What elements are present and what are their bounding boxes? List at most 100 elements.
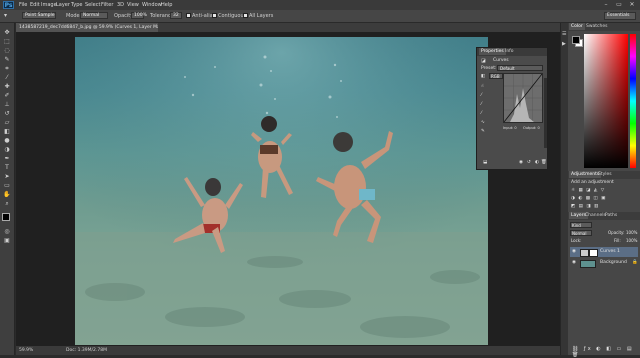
- foreground-color-swatch[interactable]: [2, 213, 10, 221]
- layer-filter-select[interactable]: Kind: [570, 222, 592, 228]
- maximize-button[interactable]: ▭: [613, 0, 625, 10]
- channel-select[interactable]: RGB: [489, 73, 503, 79]
- eyedropper-gray-icon[interactable]: ⁄: [481, 102, 482, 107]
- blur-tool-icon[interactable]: ●: [3, 137, 11, 144]
- contiguous-checkbox[interactable]: [212, 13, 217, 18]
- eyedropper-black-icon[interactable]: ⁄: [481, 93, 482, 98]
- delete-icon[interactable]: 🗑: [541, 160, 547, 165]
- menu-filter[interactable]: Filter: [101, 1, 113, 9]
- bucket-tool-icon[interactable]: ▾: [4, 12, 7, 20]
- channel-icon: ◧: [481, 74, 486, 79]
- curves-graph[interactable]: [503, 73, 543, 123]
- reset-icon[interactable]: ↺: [527, 160, 531, 165]
- menu-window[interactable]: Window: [142, 1, 162, 9]
- photoshop-logo: Ps: [3, 1, 14, 9]
- menu-image[interactable]: Image: [41, 1, 57, 9]
- tab-swatches[interactable]: Swatches: [584, 23, 610, 30]
- doc-size: Doc: 1.39M/2.78M: [66, 348, 107, 353]
- menu-layer[interactable]: Layer: [56, 1, 70, 9]
- layer-row[interactable]: ◉ Curves 1: [570, 247, 638, 257]
- layer-opacity-value[interactable]: 100%: [626, 230, 637, 235]
- lasso-tool-icon[interactable]: ◌: [3, 47, 11, 54]
- tab-color[interactable]: Color: [569, 23, 585, 30]
- tab-properties[interactable]: Properties: [479, 48, 506, 55]
- fill-value[interactable]: 100%: [626, 238, 637, 243]
- move-tool-icon[interactable]: ✥: [3, 29, 11, 36]
- sample-select[interactable]: Point Sample: [22, 12, 56, 19]
- adjustment-layer-thumbnail: [580, 249, 589, 257]
- opacity-input[interactable]: 100%: [131, 12, 147, 19]
- eyedropper-white-icon[interactable]: ⁄: [481, 111, 482, 116]
- all-layers-checkbox[interactable]: [243, 13, 248, 18]
- actions-icon[interactable]: ▶: [562, 41, 566, 47]
- healing-brush-tool-icon[interactable]: ✚: [3, 83, 11, 90]
- quick-mask-icon[interactable]: ◎: [3, 228, 11, 235]
- hand-tool-icon[interactable]: ✋: [3, 191, 11, 198]
- tab-info[interactable]: Info: [503, 48, 516, 55]
- menu-select[interactable]: Select: [85, 1, 100, 9]
- path-selection-tool-icon[interactable]: ➤: [3, 173, 11, 180]
- target-adjust-icon[interactable]: ☝: [481, 84, 484, 89]
- tab-paths[interactable]: Paths: [603, 212, 619, 219]
- screen-mode-icon[interactable]: ▣: [3, 237, 11, 244]
- eraser-tool-icon[interactable]: ▱: [3, 119, 11, 126]
- contiguous-label: Contiguous: [218, 13, 247, 19]
- adjustment-icons-row-3[interactable]: ◩ ▤ ◨ ▥: [571, 204, 599, 209]
- menu-file[interactable]: File: [19, 1, 27, 9]
- document-tab-bar: 1438587219_dec7dd6847_b.jpg @ 59.9% (Cur…: [16, 23, 560, 32]
- history-icon[interactable]: ☰: [562, 31, 566, 37]
- eyedropper-tool-icon[interactable]: ⁄: [3, 74, 11, 81]
- brush-tool-icon[interactable]: ✐: [3, 92, 11, 99]
- all-layers-label: All Layers: [249, 13, 274, 19]
- clone-stamp-tool-icon[interactable]: ⊥: [3, 101, 11, 108]
- zoom-tool-icon[interactable]: ⌕: [3, 200, 11, 207]
- properties-scrollbar[interactable]: [544, 78, 547, 148]
- history-brush-tool-icon[interactable]: ↺: [3, 110, 11, 117]
- dodge-tool-icon[interactable]: ◑: [3, 146, 11, 153]
- anti-alias-checkbox[interactable]: [186, 13, 191, 18]
- menu-type[interactable]: Type: [71, 1, 82, 9]
- close-button[interactable]: ✕: [626, 0, 638, 10]
- adjustment-icons-row-2[interactable]: ◑ ◐ ▩ ◫ ▣: [571, 196, 606, 201]
- crop-tool-icon[interactable]: ⌗: [3, 65, 11, 72]
- tab-styles[interactable]: Styles: [596, 171, 614, 178]
- visibility-eye-icon[interactable]: ◉: [572, 247, 576, 257]
- view-previous-icon[interactable]: ◉: [519, 160, 523, 165]
- tolerance-input[interactable]: 32: [170, 12, 182, 19]
- layer-mask-thumbnail[interactable]: [589, 249, 598, 257]
- zoom-level[interactable]: 59.9%: [19, 346, 33, 355]
- menu-edit[interactable]: Edit: [30, 1, 40, 9]
- mode-select[interactable]: Normal: [80, 12, 108, 19]
- marquee-tool-icon[interactable]: ⬚: [3, 38, 11, 45]
- menu-3d[interactable]: 3D: [117, 1, 124, 9]
- blend-mode-select[interactable]: Normal: [570, 230, 592, 236]
- minimize-button[interactable]: –: [600, 0, 612, 10]
- menu-help[interactable]: Help: [161, 1, 172, 9]
- pencil-icon[interactable]: ✎: [481, 129, 485, 134]
- adjustments-heading: Add an adjustment: [571, 180, 614, 185]
- color-field[interactable]: [584, 34, 628, 168]
- layer-opacity-label: Opacity:: [608, 230, 625, 235]
- layers-panel-tabs: Layers Channels Paths: [568, 212, 640, 220]
- fill-label: Fill:: [614, 238, 621, 243]
- adjustment-icons-row-1[interactable]: ☼ ▦ ◪ ◭ ▽: [571, 188, 605, 193]
- workspace-select[interactable]: Essentials: [604, 12, 636, 20]
- pen-tool-icon[interactable]: ✒: [3, 155, 11, 162]
- type-tool-icon[interactable]: T: [3, 164, 11, 171]
- layer-row[interactable]: ◉ Background 🔒: [570, 258, 638, 268]
- curve-point-icon[interactable]: ∿: [481, 120, 485, 125]
- foreground-color[interactable]: [572, 36, 580, 44]
- visibility-eye-icon[interactable]: ◉: [572, 258, 576, 268]
- preset-label: Preset:: [481, 66, 497, 71]
- menu-view[interactable]: View: [127, 1, 139, 9]
- visibility-icon[interactable]: ◐: [535, 160, 539, 165]
- document-tab[interactable]: 1438587219_dec7dd6847_b.jpg @ 59.9% (Cur…: [16, 23, 158, 32]
- paint-bucket-tool-icon[interactable]: ◧: [3, 128, 11, 135]
- clip-to-layer-icon[interactable]: ⬓: [483, 160, 487, 165]
- hue-slider[interactable]: [630, 34, 636, 168]
- shape-tool-icon[interactable]: ▭: [3, 182, 11, 189]
- quick-select-tool-icon[interactable]: ✎: [3, 56, 11, 63]
- layers-footer-icons[interactable]: ⛓ ƒx ◐ ◧ ▭ ▤ 🗑: [572, 346, 640, 358]
- preset-select[interactable]: Default: [497, 65, 543, 71]
- document-image[interactable]: [75, 37, 488, 345]
